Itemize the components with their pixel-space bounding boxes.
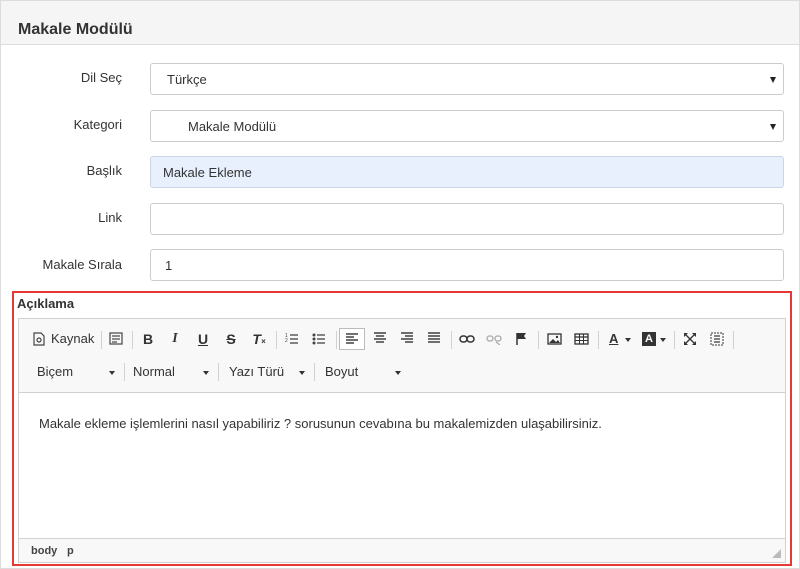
order-input-value: 1	[165, 258, 173, 273]
align-left-button[interactable]	[339, 328, 365, 350]
font-combo-label: Yazı Türü	[229, 364, 285, 379]
panel-heading: Makale Modülü	[1, 1, 799, 45]
chevron-down-icon	[770, 124, 776, 130]
align-left-icon	[346, 333, 358, 344]
category-select-value: Makale Modülü	[188, 119, 277, 134]
title-input[interactable]: Makale Ekleme	[150, 156, 784, 188]
link-label: Link	[98, 210, 122, 225]
size-combo-label: Boyut	[325, 364, 359, 379]
source-button[interactable]: Kaynak	[33, 328, 95, 350]
svg-text:2: 2	[285, 338, 288, 344]
format-combo-label: Normal	[133, 364, 175, 379]
rich-text-editor: Kaynak B I U S T× 1 2 A A Biçem Normal Y…	[18, 318, 786, 563]
resize-handle-icon[interactable]	[772, 549, 781, 558]
chevron-down-icon	[299, 371, 305, 375]
bullet-list-icon	[312, 333, 325, 345]
unlink-button[interactable]	[483, 328, 505, 350]
chevron-down-icon	[660, 338, 666, 342]
show-blocks-button[interactable]	[706, 328, 728, 350]
source-icon	[33, 332, 45, 346]
category-label: Kategori	[73, 117, 122, 132]
anchor-button[interactable]	[510, 328, 532, 350]
toolbar-separator	[336, 331, 337, 349]
bg-color-button[interactable]: A	[638, 328, 668, 350]
editor-content-area[interactable]: Makale ekleme işlemlerini nasıl yapabili…	[19, 393, 785, 538]
chevron-down-icon	[625, 338, 631, 342]
chevron-down-icon	[203, 371, 209, 375]
justify-button[interactable]	[423, 328, 445, 350]
image-icon	[546, 333, 562, 345]
toolbar-separator	[538, 331, 539, 349]
link-button[interactable]	[456, 328, 478, 350]
panel-title: Makale Modülü	[18, 21, 133, 38]
source-label: Kaynak	[51, 331, 95, 346]
order-input[interactable]: 1	[150, 249, 784, 281]
path-item-body[interactable]: body	[31, 545, 57, 557]
toolbar-separator	[451, 331, 452, 349]
description-label: Açıklama	[17, 296, 75, 311]
remove-format-label: T	[252, 331, 261, 347]
bold-button[interactable]: B	[137, 328, 159, 350]
bullet-list-button[interactable]	[308, 328, 330, 350]
image-button[interactable]	[543, 328, 565, 350]
link-input[interactable]	[150, 203, 784, 235]
link-icon	[459, 335, 475, 343]
toolbar-separator	[124, 363, 125, 381]
text-color-button[interactable]: A	[603, 328, 633, 350]
numbered-list-button[interactable]: 1 2	[281, 328, 303, 350]
text-color-icon: A	[609, 331, 619, 346]
templates-icon	[109, 332, 123, 345]
toolbar-separator	[276, 331, 277, 349]
bg-color-icon: A	[642, 332, 656, 346]
editor-toolbar: Kaynak B I U S T× 1 2 A A Biçem Normal Y…	[19, 319, 785, 393]
language-select-value: Türkçe	[167, 72, 207, 87]
numbered-list-icon: 1 2	[285, 333, 298, 344]
order-label: Makale Sırala	[42, 257, 122, 272]
toolbar-separator	[218, 363, 219, 381]
chevron-down-icon	[109, 371, 115, 375]
title-label: Başlık	[86, 163, 122, 178]
language-select[interactable]: Türkçe	[150, 63, 784, 95]
align-center-button[interactable]	[369, 328, 391, 350]
table-button[interactable]	[570, 328, 592, 350]
justify-icon	[428, 332, 440, 343]
toolbar-separator	[314, 363, 315, 381]
toolbar-separator	[674, 331, 675, 349]
toolbar-separator	[598, 331, 599, 349]
maximize-icon	[684, 333, 696, 345]
toolbar-separator	[132, 331, 133, 349]
path-item-p[interactable]: p	[67, 545, 74, 557]
style-combo[interactable]: Biçem	[37, 361, 115, 383]
remove-format-icon: ×	[260, 337, 266, 346]
align-center-icon	[374, 332, 386, 343]
editor-content-text[interactable]: Makale ekleme işlemlerini nasıl yapabili…	[39, 415, 602, 433]
flag-icon	[516, 333, 526, 345]
language-label: Dil Seç	[80, 70, 122, 85]
underline-button[interactable]: U	[192, 328, 214, 350]
strike-button[interactable]: S	[220, 328, 242, 350]
style-combo-label: Biçem	[37, 364, 74, 379]
category-select[interactable]: Makale Modülü	[150, 110, 784, 142]
chevron-down-icon	[395, 371, 401, 375]
title-input-value: Makale Ekleme	[163, 165, 252, 180]
templates-button[interactable]	[107, 328, 127, 350]
unlink-icon	[486, 335, 502, 346]
align-right-button[interactable]	[396, 328, 418, 350]
format-combo[interactable]: Normal	[133, 361, 209, 383]
chevron-down-icon	[770, 77, 776, 83]
italic-button[interactable]: I	[164, 328, 186, 350]
maximize-button[interactable]	[679, 328, 701, 350]
toolbar-separator	[101, 331, 102, 349]
remove-format-button[interactable]: T×	[248, 328, 270, 350]
size-combo[interactable]: Boyut	[325, 361, 401, 383]
font-combo[interactable]: Yazı Türü	[229, 361, 305, 383]
table-icon	[573, 333, 589, 345]
editor-status-bar: body p	[19, 538, 785, 562]
align-right-icon	[401, 332, 413, 343]
toolbar-separator	[733, 331, 734, 349]
show-blocks-icon	[710, 332, 724, 346]
